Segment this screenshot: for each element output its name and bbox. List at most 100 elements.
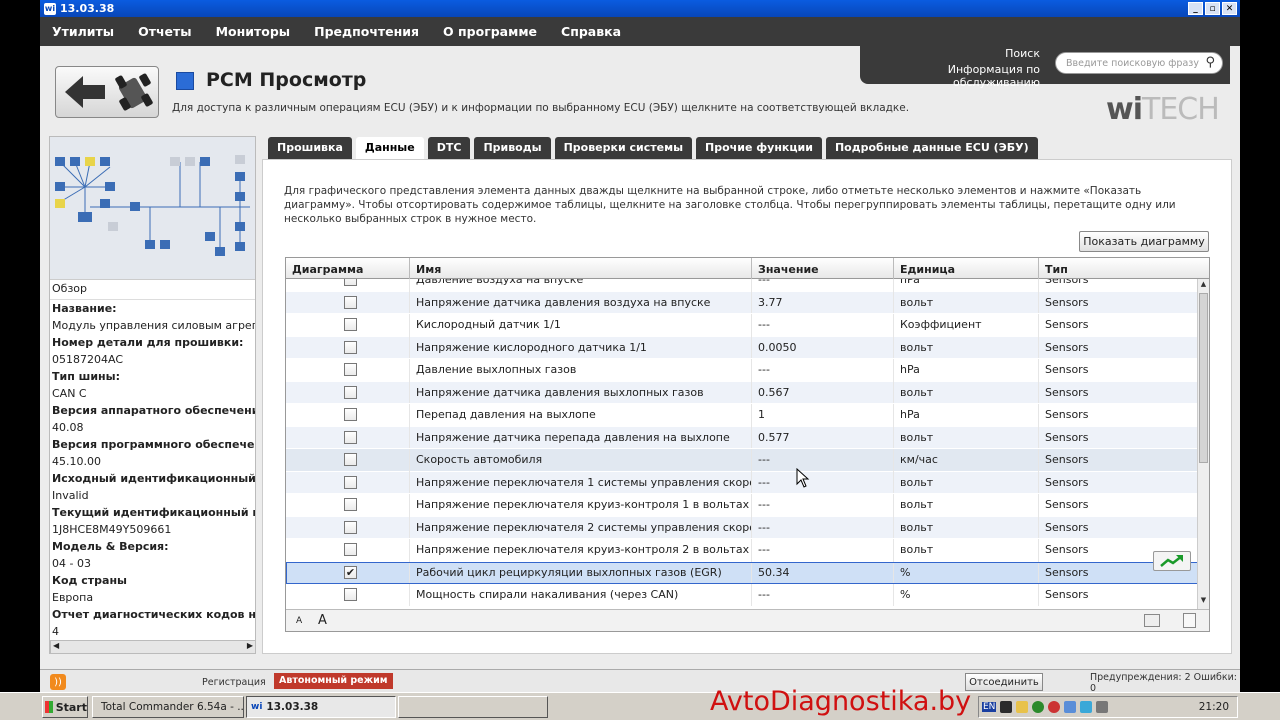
- network-topology-diagram[interactable]: [50, 137, 255, 280]
- menu-help[interactable]: Справка: [561, 24, 621, 39]
- trend-graph-button[interactable]: [1153, 551, 1191, 571]
- tray-volume-icon[interactable]: [1096, 701, 1109, 713]
- taskbar-item-empty[interactable]: [398, 696, 548, 718]
- table-row[interactable]: Скорость автомобиля --- км/час Sensors: [286, 448, 1198, 472]
- table-row[interactable]: Напряжение датчика давления выхлопных га…: [286, 381, 1198, 404]
- chart-checkbox[interactable]: [344, 475, 357, 489]
- tray-network-icon[interactable]: [1000, 701, 1013, 713]
- menu-monitors[interactable]: Мониторы: [216, 24, 291, 39]
- table-row[interactable]: ✔ Рабочий цикл рециркуляции выхлопных газ…: [286, 561, 1198, 584]
- close-button[interactable]: ✕: [1222, 2, 1237, 15]
- search-input[interactable]: Введите поисковую фразу ⚲: [1055, 52, 1223, 74]
- tray-status-icon[interactable]: [1032, 701, 1045, 713]
- taskbar-item-total-commander[interactable]: Total Commander 6.54a - ...: [92, 696, 244, 718]
- tab-data[interactable]: Данные: [355, 137, 424, 161]
- disconnect-button[interactable]: Отсоединить: [965, 673, 1043, 691]
- search-icon[interactable]: ⚲: [1205, 55, 1215, 70]
- overview-label[interactable]: Обзор: [50, 280, 255, 300]
- table-row[interactable]: Напряжение переключателя 1 системы управ…: [286, 471, 1198, 494]
- search-label[interactable]: Поиск: [1005, 47, 1040, 60]
- chart-checkbox[interactable]: [344, 520, 357, 534]
- chart-cell: [286, 381, 410, 404]
- table-row[interactable]: Напряжение кислородного датчика 1/1 0.005…: [286, 336, 1198, 359]
- taskbar-item-witech[interactable]: wi 13.03.38: [246, 696, 396, 718]
- tray-wifi-icon[interactable]: [1080, 701, 1093, 713]
- table-row[interactable]: Давление воздуха на впуске --- hPa Sensors: [286, 279, 1198, 292]
- chart-checkbox[interactable]: [344, 385, 357, 399]
- scroll-right-icon[interactable]: ▶: [247, 641, 253, 650]
- tab-actuators[interactable]: Приводы: [474, 137, 551, 159]
- rss-icon[interactable]: )): [50, 674, 66, 690]
- tab-ecu-details[interactable]: Подробные данные ECU (ЭБУ): [825, 137, 1038, 159]
- chart-checkbox[interactable]: [344, 588, 357, 602]
- service-info-link[interactable]: Информация по обслуживанию: [860, 63, 1040, 89]
- column-header-value[interactable]: Значение: [752, 258, 894, 279]
- tab-flash[interactable]: Прошивка: [268, 137, 352, 159]
- show-chart-button[interactable]: Показать диаграмму: [1079, 231, 1209, 252]
- table-row[interactable]: Напряжение переключателя круиз-контроля …: [286, 493, 1198, 517]
- menu-preferences[interactable]: Предпочтения: [314, 24, 419, 39]
- chart-checkbox[interactable]: [344, 363, 357, 377]
- language-indicator[interactable]: EN: [982, 702, 997, 712]
- grid-vscrollbar[interactable]: ▲ ▼: [1197, 279, 1209, 609]
- menu-utilities[interactable]: Утилиты: [52, 24, 114, 39]
- font-larger-button[interactable]: A: [318, 613, 327, 628]
- chart-checkbox[interactable]: [344, 453, 357, 467]
- scroll-up-icon[interactable]: ▲: [1199, 280, 1208, 292]
- value-cell: ---: [752, 471, 894, 494]
- print-icon[interactable]: [1144, 614, 1160, 627]
- scroll-thumb[interactable]: [1199, 293, 1208, 463]
- font-smaller-button[interactable]: A: [296, 616, 302, 626]
- table-row[interactable]: Мощность спирали накаливания (через CAN)…: [286, 583, 1198, 607]
- chart-cell: [286, 336, 410, 359]
- chart-checkbox[interactable]: [344, 543, 357, 557]
- menu-about[interactable]: О программе: [443, 24, 537, 39]
- tab-dtc[interactable]: DTC: [427, 137, 471, 159]
- table-row[interactable]: Кислородный датчик 1/1 --- Коэффициент Sens…: [286, 313, 1198, 337]
- chart-checkbox[interactable]: ✔: [344, 565, 357, 579]
- maximize-button[interactable]: ▫: [1205, 2, 1220, 15]
- chart-checkbox[interactable]: [344, 430, 357, 444]
- table-row[interactable]: Перепад давления на выхлопе 1 hPa Sensors: [286, 403, 1198, 427]
- type-cell: Sensors: [1039, 313, 1198, 336]
- chart-checkbox[interactable]: [344, 318, 357, 332]
- info-value: 05187204AC: [52, 353, 124, 366]
- table-row[interactable]: Давление выхлопных газов --- hPa Sensors: [286, 358, 1198, 382]
- chart-checkbox[interactable]: [344, 295, 357, 309]
- tab-misc-functions[interactable]: Прочие функции: [696, 137, 822, 159]
- tray-bluetooth-icon[interactable]: [1064, 701, 1077, 713]
- minimize-button[interactable]: _: [1188, 2, 1203, 15]
- registration-label[interactable]: Регистрация: [202, 677, 266, 688]
- chart-checkbox[interactable]: [344, 340, 357, 354]
- info-key: Исходный идентификационный ном: [52, 472, 256, 485]
- ecu-info-list: Название: Модуль управления силовым агре…: [50, 300, 255, 644]
- column-header-name[interactable]: Имя: [410, 258, 752, 279]
- value-cell: ---: [752, 583, 894, 606]
- start-button[interactable]: Start: [42, 696, 88, 718]
- left-panel-hscrollbar[interactable]: ◀ ▶: [50, 640, 256, 654]
- table-row[interactable]: Напряжение датчика давления воздуха на в…: [286, 291, 1198, 314]
- tray-alert-icon[interactable]: [1048, 701, 1061, 713]
- warnings-errors-count[interactable]: Предупреждения: 2 Ошибки: 0: [1090, 672, 1240, 694]
- tab-system-tests[interactable]: Проверки системы: [554, 137, 693, 159]
- table-row[interactable]: Напряжение датчика перепада давления на …: [286, 426, 1198, 449]
- search-panel: Поиск Информация по обслуживанию Введите…: [860, 44, 1230, 89]
- column-header-type[interactable]: Тип: [1039, 258, 1209, 279]
- scroll-down-icon[interactable]: ▼: [1199, 596, 1208, 608]
- chart-checkbox[interactable]: [344, 498, 357, 512]
- back-button[interactable]: [55, 66, 159, 118]
- info-value: Модуль управления силовым агрегато: [52, 319, 256, 332]
- table-row[interactable]: Напряжение переключателя 2 системы управ…: [286, 516, 1198, 539]
- column-header-unit[interactable]: Единица: [894, 258, 1039, 279]
- menu-reports[interactable]: Отчеты: [138, 24, 191, 39]
- unit-cell: вольт: [894, 426, 1039, 449]
- chart-checkbox[interactable]: [344, 279, 357, 287]
- column-header-chart[interactable]: Диаграмма: [286, 258, 410, 279]
- info-value: 1J8HCE8M49Y509661: [52, 523, 172, 536]
- chart-checkbox[interactable]: [344, 408, 357, 422]
- table-row[interactable]: Напряжение переключателя круиз-контроля …: [286, 538, 1198, 562]
- export-pdf-icon[interactable]: [1183, 613, 1196, 628]
- clock[interactable]: 21:20: [1199, 701, 1229, 713]
- scroll-left-icon[interactable]: ◀: [53, 641, 59, 650]
- tray-shield-icon[interactable]: [1016, 701, 1029, 713]
